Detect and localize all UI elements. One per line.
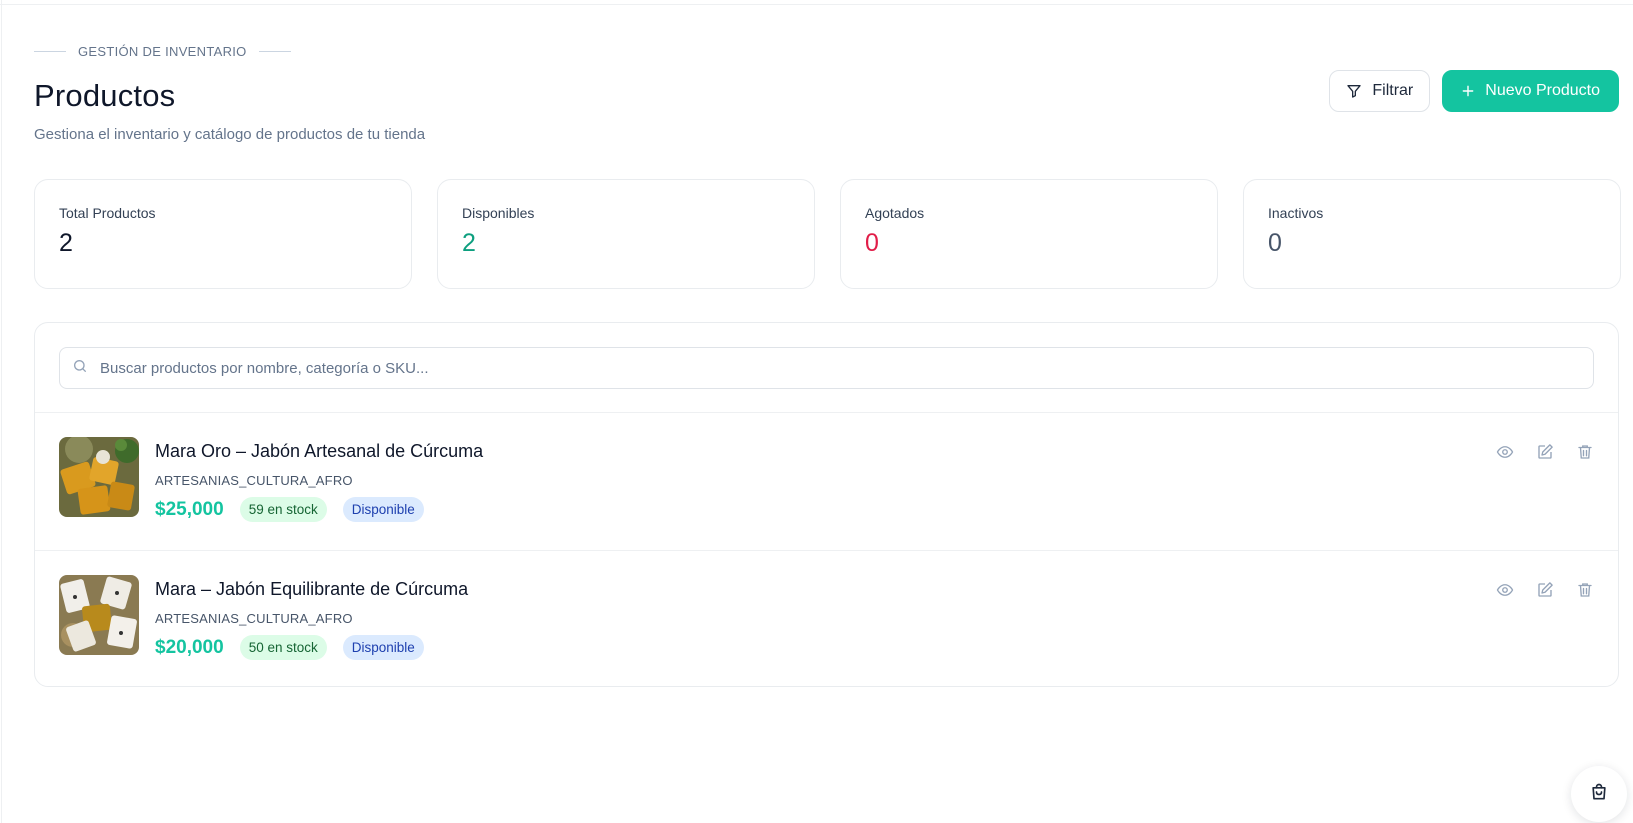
stat-card-available: Disponibles 2: [437, 179, 815, 289]
product-name[interactable]: Mara Oro – Jabón Artesanal de Cúrcuma: [155, 441, 483, 462]
row-actions: [1496, 581, 1594, 599]
status-badge: Disponible: [342, 497, 424, 522]
shopping-bag-icon: [1589, 782, 1609, 807]
new-product-button[interactable]: Nuevo Producto: [1442, 70, 1619, 112]
trash-icon[interactable]: [1576, 443, 1594, 461]
stat-value: 2: [462, 229, 476, 257]
products-panel: Mara Oro – Jabón Artesanal de Cúrcuma AR…: [34, 322, 1619, 687]
stat-value: 2: [59, 229, 73, 257]
stat-label: Disponibles: [462, 205, 535, 221]
eyebrow-text: GESTIÓN DE INVENTARIO: [78, 44, 247, 59]
section-eyebrow: GESTIÓN DE INVENTARIO: [34, 44, 291, 59]
product-thumbnail: [59, 437, 139, 517]
search-input[interactable]: [100, 359, 1593, 377]
stock-badge: 59 en stock: [239, 497, 327, 522]
page-subtitle: Gestiona el inventario y catálogo de pro…: [34, 126, 426, 143]
product-thumbnail: [59, 575, 139, 655]
stat-value: 0: [1268, 229, 1282, 257]
stat-card-total: Total Productos 2: [34, 179, 412, 289]
row-actions: [1496, 443, 1594, 461]
filter-icon: [1346, 83, 1362, 99]
stat-label: Inactivos: [1268, 205, 1324, 221]
stat-value: 0: [865, 229, 879, 257]
product-price: $20,000: [155, 636, 224, 658]
edit-icon[interactable]: [1536, 581, 1554, 599]
stock-badge: 50 en stock: [239, 635, 327, 660]
product-name[interactable]: Mara – Jabón Equilibrante de Cúrcuma: [155, 579, 468, 600]
filter-button[interactable]: Filtrar: [1329, 70, 1431, 112]
trash-icon[interactable]: [1576, 581, 1594, 599]
product-price: $25,000: [155, 498, 224, 520]
header-actions: Filtrar Nuevo Producto: [1329, 70, 1619, 112]
products-page: GESTIÓN DE INVENTARIO Productos Gestiona…: [34, 0, 1621, 823]
product-row[interactable]: Mara Oro – Jabón Artesanal de Cúrcuma AR…: [35, 413, 1618, 550]
product-meta: $20,000 50 en stock Disponible: [155, 635, 424, 660]
product-category: ARTESANIAS_CULTURA_AFRO: [155, 611, 353, 626]
stat-card-sold-out: Agotados 0: [840, 179, 1218, 289]
cart-button[interactable]: [1571, 766, 1627, 822]
edit-icon[interactable]: [1536, 443, 1554, 461]
status-badge: Disponible: [342, 635, 424, 660]
stats-grid: Total Productos 2 Disponibles 2 Agotados…: [34, 179, 1621, 289]
stat-label: Agotados: [865, 205, 925, 221]
search-icon: [72, 358, 88, 379]
plus-icon: [1461, 84, 1475, 98]
new-product-button-label: Nuevo Producto: [1485, 82, 1600, 99]
product-row[interactable]: Mara – Jabón Equilibrante de Cúrcuma ART…: [35, 551, 1618, 688]
eyebrow-line-right: [258, 51, 291, 52]
stat-card-inactive: Inactivos 0: [1243, 179, 1621, 289]
stat-label: Total Productos: [59, 205, 156, 221]
left-border: [0, 0, 2, 823]
product-category: ARTESANIAS_CULTURA_AFRO: [155, 473, 353, 488]
eye-icon[interactable]: [1496, 581, 1514, 599]
eye-icon[interactable]: [1496, 443, 1514, 461]
filter-button-label: Filtrar: [1372, 82, 1414, 99]
eyebrow-line-left: [34, 51, 66, 52]
product-meta: $25,000 59 en stock Disponible: [155, 497, 424, 522]
page-title: Productos: [34, 78, 176, 113]
search-box: [59, 347, 1594, 389]
